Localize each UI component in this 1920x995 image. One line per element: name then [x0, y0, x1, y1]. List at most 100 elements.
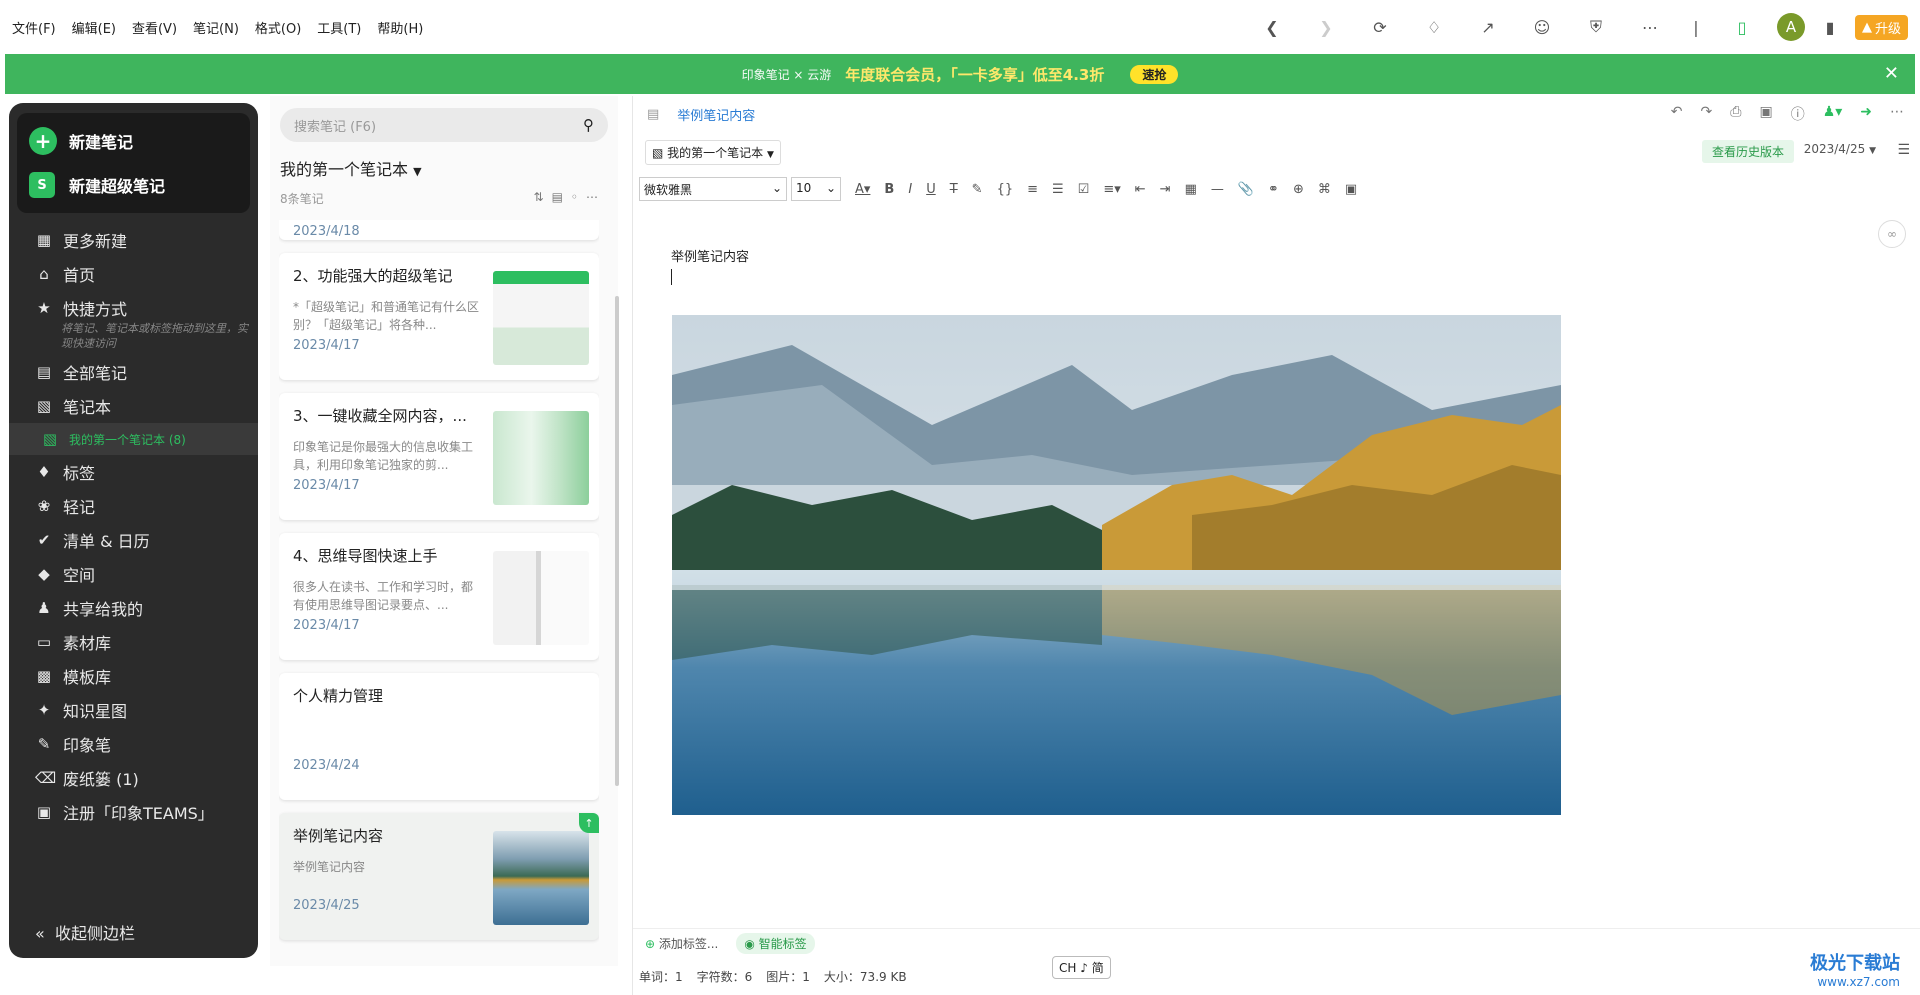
list-item[interactable]: 2、功能强大的超级笔记 *「超级笔记」和普通笔记有什么区别？「超级笔记」将各种.… — [279, 253, 599, 380]
note-title[interactable]: 举例笔记内容 — [677, 105, 755, 124]
sidebar-item-trash[interactable]: ⌫ 废纸篓 (1) — [9, 761, 258, 795]
highlight-icon[interactable]: ✎ — [972, 182, 983, 197]
font-select[interactable]: 微软雅黑 ⌄ — [639, 177, 787, 201]
divider-line-icon[interactable]: — — [1211, 182, 1224, 197]
promo-banner[interactable]: 印象笔记 × 云游 年度联合会员，「一卡多享」低至4.3折 速抢 ✕ — [5, 54, 1915, 94]
link-icon[interactable]: ⌘ — [1318, 182, 1331, 197]
present-icon[interactable]: ▣ — [1759, 104, 1772, 124]
menu-note[interactable]: 笔记(N) — [193, 18, 239, 37]
smart-tag-label: 智能标签 — [758, 937, 807, 951]
share-out-icon[interactable]: ↗ — [1475, 14, 1501, 40]
bell-icon[interactable]: ♢ — [1421, 14, 1447, 40]
smile-icon[interactable]: ☺ — [1529, 14, 1555, 40]
history-button[interactable]: 查看历史版本 — [1701, 140, 1794, 163]
sidebar-item-more[interactable]: ▦ 更多新建 — [9, 223, 258, 257]
share-person-icon[interactable]: ♟▾ — [1823, 104, 1843, 124]
search-icon[interactable]: ⚲ — [583, 116, 594, 134]
avatar[interactable]: A — [1776, 13, 1805, 41]
note-date[interactable]: 2023/4/25 ▼ — [1804, 142, 1876, 156]
notebook-title[interactable]: 我的第一个笔记本 ▼ — [280, 156, 618, 180]
lock-icon[interactable]: ▣ — [1345, 182, 1357, 197]
add-tag-button[interactable]: ⊕ 添加标签... — [645, 935, 718, 952]
menu-format[interactable]: 格式(O) — [255, 18, 301, 37]
list-actions[interactable]: ⇅▤◦⋯ — [534, 190, 606, 207]
banner-button[interactable]: 速抢 — [1130, 64, 1179, 84]
sidebar-item-all-notes[interactable]: ▤ 全部笔记 — [9, 355, 258, 389]
scrollbar[interactable] — [615, 296, 619, 786]
phone-icon[interactable]: ▯ — [1729, 14, 1755, 40]
link-circle-icon[interactable]: ∞ — [1878, 220, 1906, 248]
menu-view[interactable]: 查看(V) — [132, 18, 177, 37]
ime-indicator[interactable]: CH ♪ 简 — [1052, 956, 1111, 979]
menu-file[interactable]: 文件(F) — [12, 18, 56, 37]
list-item[interactable]: 个人精力管理 2023/4/24 — [279, 673, 599, 800]
list-item[interactable]: 举例笔记内容 举例笔记内容 2023/4/25 ↑ — [279, 813, 599, 940]
bold-icon[interactable]: B — [884, 182, 894, 197]
landscape-image[interactable] — [672, 315, 1561, 815]
sidebar-item-notebooks[interactable]: ▧ 笔记本 — [9, 389, 258, 423]
list-item[interactable]: 4、思维导图快速上手 很多人在读书、工作和学习时，都有使用思维导图记录要点、..… — [279, 533, 599, 660]
menu-help[interactable]: 帮助(H) — [377, 18, 423, 37]
indent-icon[interactable]: ⇥ — [1160, 182, 1171, 197]
sidebar-item-home[interactable]: ⌂ 首页 — [9, 257, 258, 291]
sidebar-item-pen[interactable]: ✎ 印象笔 — [9, 727, 258, 761]
sidebar-item-my-notebook[interactable]: ▧ 我的第一个笔记本 (8) — [9, 423, 258, 455]
attachment-icon[interactable]: 📎 — [1238, 182, 1254, 197]
numbered-list-icon[interactable]: ☰ — [1052, 182, 1064, 197]
bullet-list-icon[interactable]: ≡ — [1027, 182, 1038, 197]
list-item[interactable]: 2023/4/18 — [279, 220, 599, 240]
outline-icon[interactable]: ☰ — [1897, 142, 1910, 158]
align-icon[interactable]: ≡▾ — [1103, 182, 1120, 197]
sidebar-item-templates[interactable]: ▩ 模板库 — [9, 659, 258, 693]
menu-edit[interactable]: 编辑(E) — [72, 18, 116, 37]
sidebar-item-graph[interactable]: ✦ 知识星图 — [9, 693, 258, 727]
sidebar-item-space[interactable]: ◆ 空间 — [9, 557, 258, 591]
sidebar-item-materials[interactable]: ▭ 素材库 — [9, 625, 258, 659]
print-icon[interactable]: ⎙ — [1730, 104, 1741, 124]
menu-tools[interactable]: 工具(T) — [317, 18, 361, 37]
more-icon[interactable]: ⋯ — [1890, 104, 1904, 124]
more-icon[interactable]: ⋯ — [1637, 14, 1663, 40]
info-icon[interactable]: ⓘ — [1791, 104, 1805, 124]
sidebar-item-shortcuts[interactable]: ★ 快捷方式 — [9, 291, 258, 325]
font-color-icon[interactable]: A▾ — [855, 182, 870, 197]
insert-icon[interactable]: ⊕ — [1293, 182, 1304, 197]
mark-icon[interactable]: ⚭ — [1268, 182, 1279, 197]
table-icon[interactable]: ▦ — [1185, 182, 1197, 197]
upgrade-button[interactable]: ▲ 升级 — [1854, 14, 1908, 40]
strikethrough-icon[interactable]: T — [950, 182, 958, 197]
star-icon: ★ — [37, 299, 51, 317]
collapse-sidebar-button[interactable]: « 收起侧边栏 — [35, 920, 135, 944]
notebook-icon: ▧ — [36, 397, 52, 415]
smart-tag-button[interactable]: ◉ 智能标签 — [736, 933, 815, 954]
pen-icon: ✎ — [37, 735, 51, 753]
new-note-button[interactable]: + 新建笔记 — [17, 119, 250, 163]
book-icon[interactable]: ▮ — [1817, 14, 1843, 40]
close-icon[interactable]: ✕ — [1884, 63, 1899, 84]
sidebar-item-teams[interactable]: ▣ 注册「印象TEAMS」 — [9, 795, 258, 829]
underline-icon[interactable]: U — [926, 182, 936, 197]
note-body[interactable]: 举例笔记内容 — [671, 246, 749, 285]
forward-icon[interactable]: ❯ — [1313, 14, 1339, 40]
building-icon: ▣ — [36, 803, 52, 821]
search-input[interactable]: 搜索笔记 (F6) ⚲ — [280, 108, 608, 142]
redo-icon[interactable]: ↷ — [1701, 104, 1713, 124]
sidebar-item-tags[interactable]: ♦ 标签 — [9, 455, 258, 489]
size-select[interactable]: 10 ⌄ — [791, 177, 841, 201]
sidebar-item-shared[interactable]: ♟ 共享给我的 — [9, 591, 258, 625]
sidebar-item-quick[interactable]: ❀ 轻记 — [9, 489, 258, 523]
italic-icon[interactable]: I — [908, 182, 912, 197]
notebook-title-label: 我的第一个笔记本 — [280, 160, 409, 179]
share-icon[interactable]: ➜ — [1860, 104, 1872, 124]
outdent-icon[interactable]: ⇤ — [1135, 182, 1146, 197]
undo-icon[interactable]: ↶ — [1671, 104, 1683, 124]
new-super-note-button[interactable]: S 新建超级笔记 — [17, 163, 250, 207]
list-item[interactable]: 3、一键收藏全网内容，... 印象笔记是你最强大的信息收集工具，利用印象笔记独家… — [279, 393, 599, 520]
back-icon[interactable]: ❮ — [1259, 14, 1285, 40]
sidebar-item-tasks[interactable]: ✔ 清单 & 日历 — [9, 523, 258, 557]
shield-icon[interactable]: ⛨ — [1583, 14, 1609, 40]
notebook-selector[interactable]: ▧ 我的第一个笔记本 ▼ — [645, 140, 781, 165]
checkbox-icon[interactable]: ☑ — [1078, 182, 1090, 197]
sync-icon[interactable]: ⟳ — [1367, 14, 1393, 40]
code-icon[interactable]: {} — [997, 182, 1014, 197]
